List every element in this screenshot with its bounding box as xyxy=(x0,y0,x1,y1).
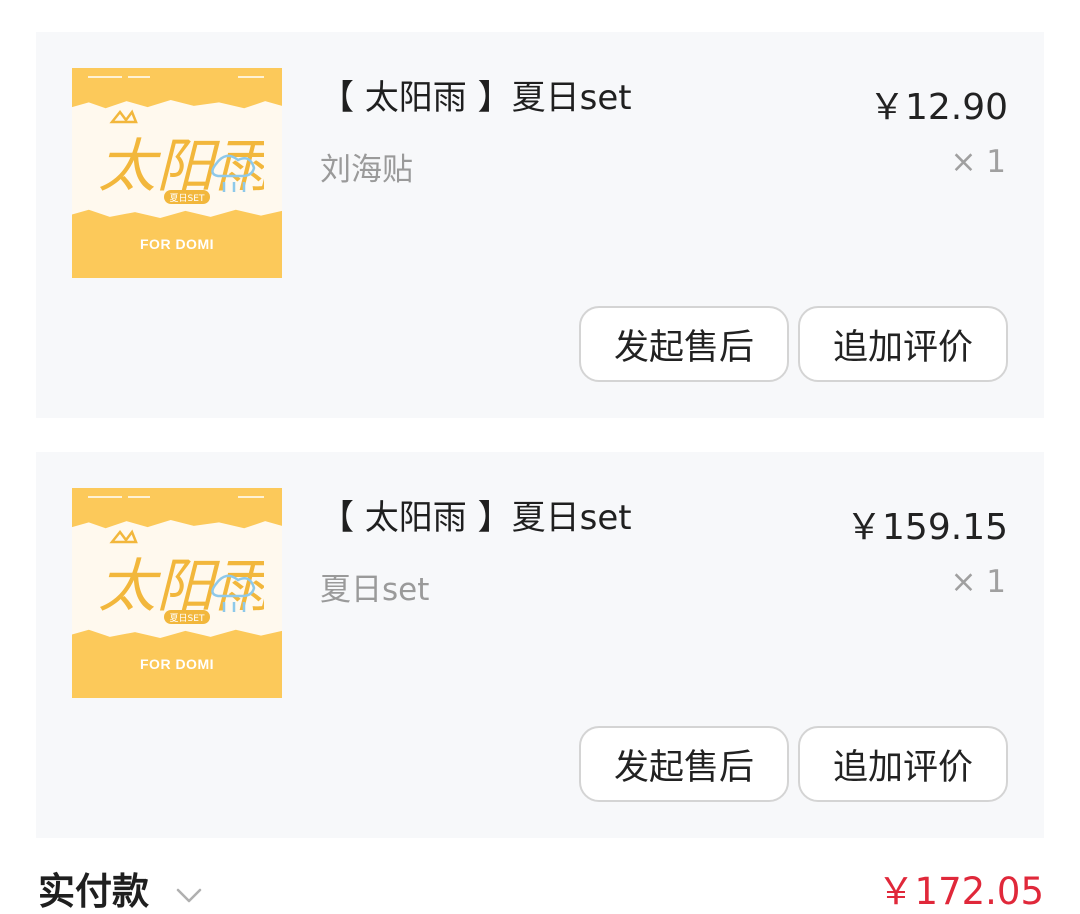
thumbnail-artwork: 太阳雨 夏日SET xyxy=(98,109,264,204)
product-quantity: × 1 xyxy=(950,564,1006,600)
thumbnail-fine-print xyxy=(88,76,266,82)
order-item-card: 太阳雨 夏日SET FOR DOMI 【 太阳雨 】夏日set 刘海贴 ￥12.… xyxy=(36,32,1044,418)
thumbnail-artwork: 太阳雨 夏日SET xyxy=(98,529,264,624)
amount-paid-label[interactable]: 实付款 xyxy=(38,868,149,914)
amount-paid-total: ￥172.05 xyxy=(877,870,1044,913)
after-sale-button[interactable]: 发起售后 xyxy=(579,306,789,382)
chevron-down-icon[interactable] xyxy=(174,880,204,910)
thumbnail-art-text: 太阳雨 xyxy=(98,552,264,620)
thumbnail-art-text: 太阳雨 xyxy=(98,132,264,200)
thumbnail-badge: 夏日SET xyxy=(170,613,205,624)
product-title[interactable]: 【 太阳雨 】夏日set xyxy=(320,490,632,539)
product-price: ￥12.90 xyxy=(868,87,1008,128)
crown-icon xyxy=(109,529,138,544)
product-price: ￥159.15 xyxy=(846,507,1008,548)
product-variant: 夏日set xyxy=(320,572,430,608)
product-thumbnail[interactable]: 太阳雨 夏日SET FOR DOMI xyxy=(72,68,282,278)
crown-icon xyxy=(109,109,138,124)
thumbnail-caption: FOR DOMI xyxy=(140,236,214,252)
thumbnail-fine-print xyxy=(88,496,266,502)
product-thumbnail[interactable]: 太阳雨 夏日SET FOR DOMI xyxy=(72,488,282,698)
product-quantity: × 1 xyxy=(950,144,1006,180)
add-review-button[interactable]: 追加评价 xyxy=(798,726,1008,802)
product-variant: 刘海贴 xyxy=(320,152,413,188)
after-sale-button[interactable]: 发起售后 xyxy=(579,726,789,802)
order-item-card: 太阳雨 夏日SET FOR DOMI 【 太阳雨 】夏日set 夏日set ￥1… xyxy=(36,452,1044,838)
thumbnail-caption: FOR DOMI xyxy=(140,656,214,672)
product-title[interactable]: 【 太阳雨 】夏日set xyxy=(320,70,632,119)
thumbnail-badge: 夏日SET xyxy=(170,193,205,204)
add-review-button[interactable]: 追加评价 xyxy=(798,306,1008,382)
